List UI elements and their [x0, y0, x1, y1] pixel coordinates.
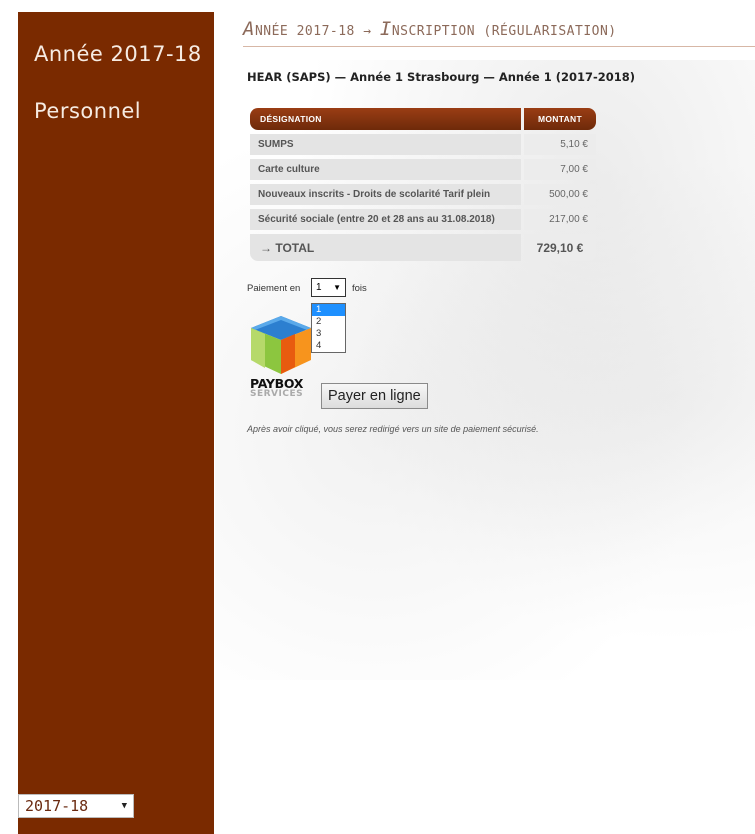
chevron-down-icon: ▼ — [121, 801, 127, 811]
sidebar-item-year[interactable]: Année 2017-18 — [18, 42, 202, 66]
title-year-initial: A — [243, 18, 255, 40]
fee-label: SUMPS — [250, 134, 521, 155]
paybox-brand: PAYBOX SERVICES — [250, 377, 304, 400]
table-row: Carte culture 7,00 € — [250, 159, 596, 180]
total-label: → TOTAL — [250, 234, 521, 261]
redirect-note: Après avoir cliqué, vous serez redirigé … — [247, 424, 539, 434]
title-section-rest: NSCRIPTION (RÉGULARISATION) — [391, 24, 617, 39]
fees-table: Désignation Montant SUMPS 5,10 € Carte c… — [247, 104, 599, 265]
fee-amount: 7,00 € — [524, 159, 596, 180]
installments-label: Paiement en — [247, 283, 301, 294]
table-header-row: Désignation Montant — [250, 108, 596, 130]
pay-online-button[interactable]: Payer en ligne — [321, 383, 428, 409]
table-row: Sécurité sociale (entre 20 et 28 ans au … — [250, 209, 596, 230]
paybox-logo-icon — [251, 316, 311, 374]
program-subtitle: HEAR (SAPS) — Année 1 Strasbourg — Année… — [247, 70, 636, 84]
year-select-value: 2017-18 — [25, 797, 89, 815]
title-arrow: → — [363, 24, 372, 39]
column-header-amount: Montant — [524, 108, 596, 130]
fee-amount: 217,00 € — [524, 209, 596, 230]
table-row: Nouveaux inscrits - Droits de scolarité … — [250, 184, 596, 205]
title-section-initial: I — [379, 18, 392, 40]
fee-label: Sécurité sociale (entre 20 et 28 ans au … — [250, 209, 521, 230]
page-title: ANNÉE 2017-18 → INSCRIPTION (RÉGULARISAT… — [243, 18, 755, 47]
installments-suffix: fois — [352, 283, 367, 294]
installments-option[interactable]: 2 — [312, 316, 345, 328]
paybox-services: SERVICES — [250, 389, 304, 399]
total-amount: 729,10 € — [524, 234, 596, 261]
title-year-rest: NNÉE 2017-18 — [254, 24, 355, 39]
installments-select-value: 1 — [316, 282, 322, 293]
table-row: SUMPS 5,10 € — [250, 134, 596, 155]
installments-option[interactable]: 3 — [312, 328, 345, 340]
installments-option[interactable]: 4 — [312, 340, 345, 352]
total-row: → TOTAL 729,10 € — [250, 234, 596, 261]
sidebar-item-staff[interactable]: Personnel — [18, 99, 141, 123]
installments-option[interactable]: 1 — [312, 304, 345, 316]
fee-label: Nouveaux inscrits - Droits de scolarité … — [250, 184, 521, 205]
column-header-designation: Désignation — [250, 108, 521, 130]
fee-label: Carte culture — [250, 159, 521, 180]
fee-amount: 5,10 € — [524, 134, 596, 155]
year-select[interactable]: 2017-18 ▼ — [18, 794, 134, 818]
sidebar: Année 2017-18 Personnel 2017-18 ▼ — [18, 12, 214, 834]
installments-dropdown: 1 2 3 4 — [311, 303, 346, 353]
installments-select[interactable]: 1 ▼ — [311, 278, 346, 297]
fee-amount: 500,00 € — [524, 184, 596, 205]
chevron-down-icon: ▼ — [333, 283, 341, 292]
